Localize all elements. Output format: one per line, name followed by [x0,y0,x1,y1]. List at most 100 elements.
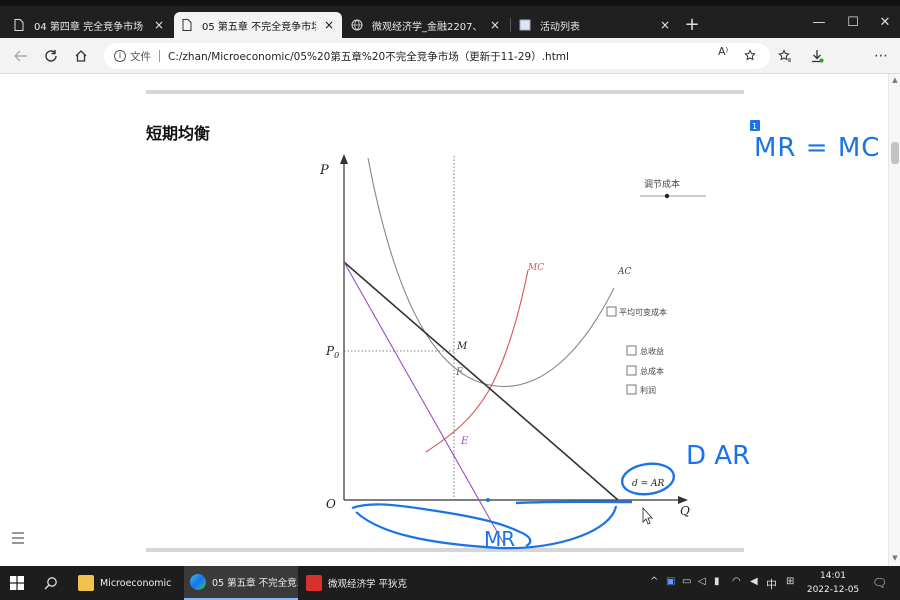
mouse-cursor-icon [642,506,653,525]
tray-overflow-icon[interactable]: ^ [650,576,658,587]
menu-bar-line [12,542,24,544]
close-window-button[interactable]: ✕ [872,12,898,34]
read-aloud-icon[interactable]: A⁾ [718,45,728,58]
windows-start-button[interactable] [10,576,24,593]
checkbox-profit-label: 利润 [640,385,656,395]
mr-intercept-point [486,498,490,502]
search-button[interactable] [44,576,58,593]
mc-curve [425,269,529,453]
info-icon[interactable]: i [114,50,126,62]
cost-slider-label: 调节成本 [644,178,680,190]
taskbar-item-pdf[interactable]: 微观经济学 平狄克 ... [300,566,410,600]
ac-curve [367,157,615,387]
document-icon [518,18,532,32]
p0-label: P0 [325,344,339,360]
speaker-icon[interactable]: ◀ [750,576,758,587]
annotation-number-label: 1 [752,122,757,131]
more-options-button[interactable]: ⋯ [870,46,892,66]
edge-icon [190,574,206,590]
checkbox-avc[interactable] [606,306,617,317]
favorites-button[interactable] [774,46,796,66]
page-icon [180,18,194,32]
tab-title: 微观经济学_金融2207、2208班 [372,21,482,33]
taskbar-item-explorer[interactable]: Microeconomic [72,566,182,600]
ime-mode-icon[interactable]: ⊞ [786,576,794,587]
vertical-scrollbar[interactable]: ▲ ▼ [888,74,900,566]
taskbar-item-label: 05 第五章 不完全竞... [212,578,298,589]
tab-divider [510,18,511,32]
checkbox-total-revenue[interactable] [626,345,637,356]
home-icon [75,50,87,62]
browser-toolbar: i 文件 C:/zhan/Microeconomic/05%20第五章%20不完… [0,38,900,102]
quantity-axis-arrow [678,496,688,504]
tab-microeconomics-class[interactable]: 微观经济学_金融2207、2208班 × [344,12,508,38]
ac-label: AC [617,267,631,277]
wifi-icon[interactable]: ◠ [732,576,741,587]
close-tab-icon[interactable]: × [488,18,502,32]
network-icon[interactable]: ▭ [682,576,691,587]
page-icon [12,18,26,32]
add-favorite-button[interactable] [740,46,762,66]
origin-label: O [326,497,336,511]
volume-icon[interactable]: ◁ [698,576,706,587]
checkbox-profit[interactable] [626,384,637,395]
handwritten-mr-mc: MR = MC [754,133,880,163]
clock-time: 14:01 [820,571,846,581]
menu-bar-line [12,537,24,539]
downloads-button[interactable] [806,46,828,66]
address-bar[interactable]: i 文件 C:/zhan/Microeconomic/05%20第五章%20不完… [104,43,770,69]
windows-logo-icon [10,576,24,590]
close-tab-icon[interactable]: × [152,18,166,32]
point-f-label: F [455,367,464,378]
close-tab-icon[interactable]: × [322,18,336,32]
tab-activity-list[interactable]: 活动列表 × [512,12,678,38]
checkbox-total-revenue-label: 总收益 [640,346,664,356]
notification-icon[interactable]: 🗨 [872,576,887,590]
url-text[interactable]: C:/zhan/Microeconomic/05%20第五章%20不完全竞争市场… [168,49,569,64]
handwritten-d-ar: D AR [686,441,750,471]
minimize-button[interactable]: — [806,12,832,34]
ink-underline-right [515,500,633,505]
taskbar-item-edge[interactable]: 05 第五章 不完全竞... [184,566,298,600]
download-icon [812,50,824,63]
point-e-label: E [460,436,469,447]
refresh-button[interactable] [40,46,62,66]
folder-icon [78,575,94,591]
more-dots-icon: ⋯ [874,48,888,64]
home-button[interactable] [70,46,92,66]
file-scheme-label: 文件 [130,50,151,63]
point-m-label: M [456,341,468,352]
new-tab-button[interactable]: + [682,14,702,36]
favorites-icon [778,49,791,62]
checkbox-total-cost[interactable] [626,365,637,376]
short-run-equilibrium-graph: P Q O P0 MC AC M F E d = AR 调节成本 平均可变成本 … [319,120,880,551]
taskbar: Microeconomic 05 第五章 不完全竞... 微观经济学 平狄克 .… [0,566,900,600]
back-arrow-icon [14,50,27,62]
tray-app-icon[interactable]: ▣ [666,576,675,587]
quantity-axis-label: Q [680,504,690,518]
title-bar [0,0,900,6]
tab-title: 活动列表 [540,21,580,33]
back-button[interactable] [10,46,32,66]
price-axis-arrow [340,154,348,164]
ime-language[interactable]: 中 [766,576,777,592]
tab-chapter-4[interactable]: 04 第四章 完全竞争市场（更新于 × [6,12,172,38]
scrollbar-thumb[interactable] [891,142,899,164]
scroll-down-arrow-icon[interactable]: ▼ [890,554,900,562]
scroll-up-arrow-icon[interactable]: ▲ [890,76,900,84]
tab-title: 04 第四章 完全竞争市场（更新于 [34,21,146,33]
address-divider [159,50,160,62]
hamburger-menu-icon[interactable] [12,532,24,546]
globe-icon [350,18,364,32]
d-ar-label: d = AR [632,479,665,489]
cost-slider-handle[interactable] [664,193,670,199]
maximize-button[interactable]: ☐ [840,12,866,34]
tab-strip: 04 第四章 完全竞争市场（更新于 × 05 第五章 不完全竞争市场（更新 × … [0,0,900,38]
system-clock[interactable]: 14:01 2022-12-05 [806,569,860,597]
star-plus-icon [744,49,756,61]
tab-chapter-5[interactable]: 05 第五章 不完全竞争市场（更新 × [174,12,342,38]
close-tab-icon[interactable]: × [658,18,672,32]
battery-icon[interactable]: ▮ [714,576,720,587]
pdf-icon [306,575,322,591]
checkbox-total-cost-label: 总成本 [640,366,664,376]
